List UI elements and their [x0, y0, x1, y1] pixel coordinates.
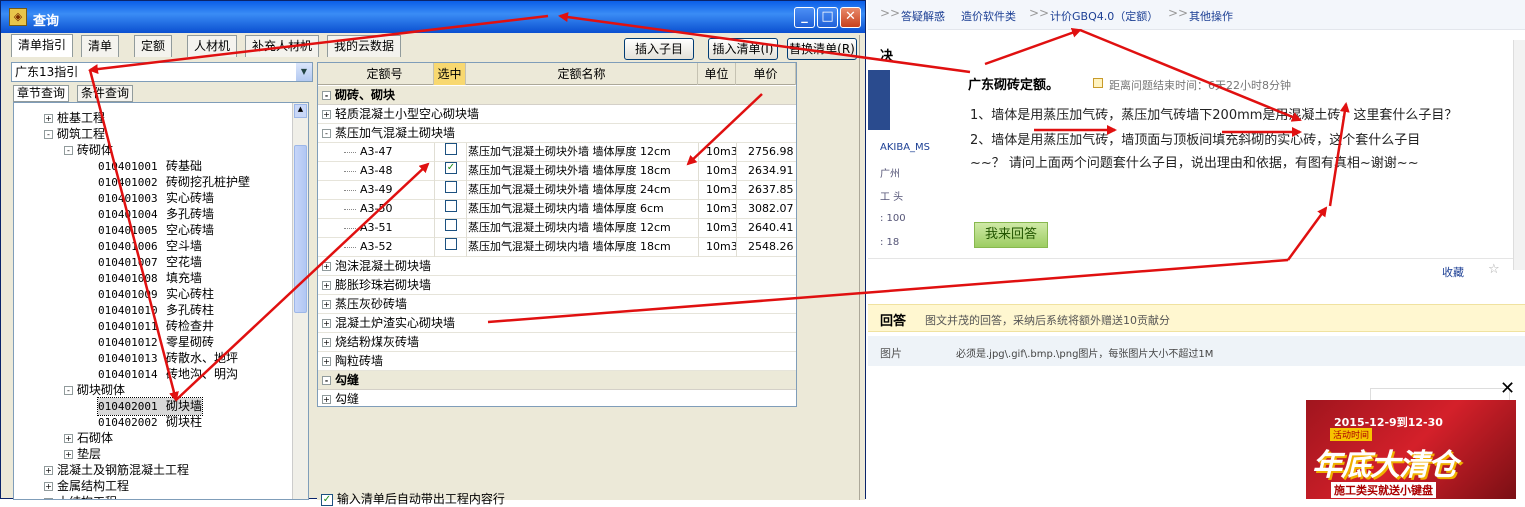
annotation-arrow [176, 164, 428, 400]
annotation-layer [0, 0, 1525, 499]
annotation-arrow [985, 30, 1080, 64]
annotation-arrow [1330, 104, 1346, 206]
annotation-arrow [560, 16, 970, 72]
annotation-arrow [90, 70, 176, 400]
annotation-arrow [90, 16, 548, 70]
annotation-arrow [1288, 208, 1326, 260]
annotation-arrow [1080, 30, 1300, 120]
annotation-arrow [488, 260, 1288, 322]
annotation-arrow [688, 94, 762, 164]
